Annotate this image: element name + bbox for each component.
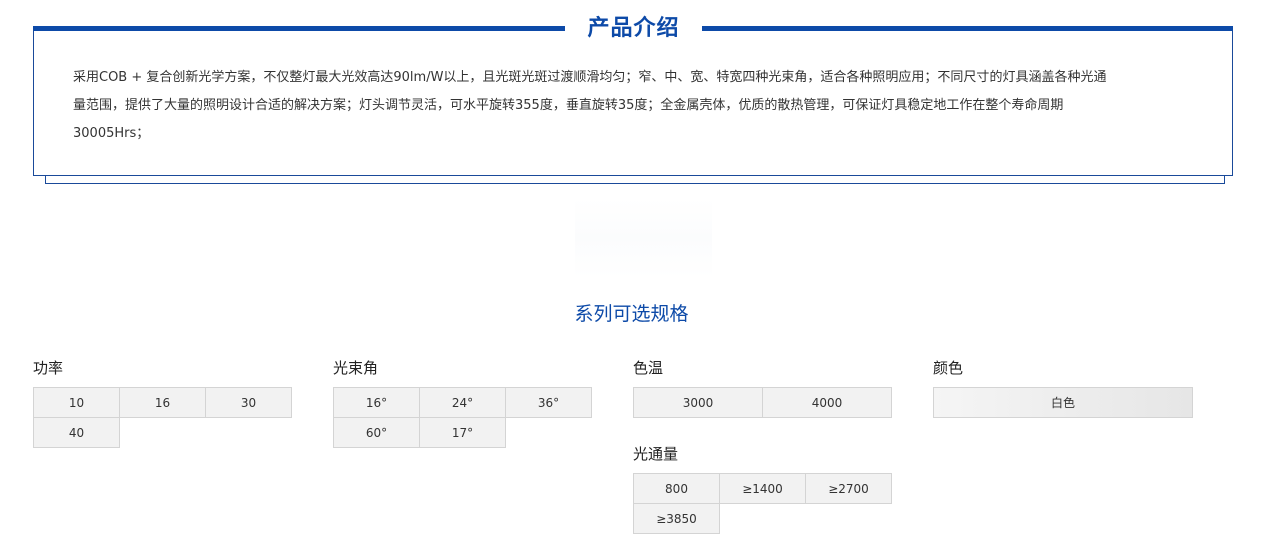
power-option[interactable]: 40 — [33, 417, 120, 448]
spec-group-power: 功率 10 16 30 40 — [33, 358, 298, 448]
beam-angle-option[interactable]: 60° — [333, 417, 420, 448]
luminous-flux-option[interactable]: 800 — [633, 473, 720, 504]
power-option[interactable]: 16 — [119, 387, 206, 418]
spec-label-luminous-flux: 光通量 — [633, 445, 679, 463]
beam-angle-option[interactable]: 24° — [419, 387, 506, 418]
intro-text-line: 采用COB + 复合创新光学方案，不仅整灯最大光效高达90lm/W以上，且光斑光… — [73, 70, 1107, 85]
product-image-placeholder — [575, 198, 712, 278]
spec-label-beam-angle: 光束角 — [333, 359, 379, 377]
spec-label-color: 颜色 — [933, 359, 964, 377]
intro-title: 产品介绍 — [587, 16, 680, 41]
series-title: 系列可选规格 — [574, 303, 689, 325]
beam-angle-option[interactable]: 17° — [419, 417, 506, 448]
color-option[interactable]: 白色 — [933, 387, 1193, 418]
luminous-flux-option[interactable]: ≥2700 — [805, 473, 892, 504]
spec-label-color-temp: 色温 — [633, 359, 664, 377]
beam-angle-option[interactable]: 16° — [333, 387, 420, 418]
spec-group-beam-angle: 光束角 16° 24° 36° 60° 17° — [333, 358, 598, 448]
spec-group-color: 颜色 白色 — [933, 358, 1198, 418]
spec-group-luminous-flux: 光通量 800 ≥1400 ≥2700 ≥3850 — [633, 444, 898, 534]
color-temp-option[interactable]: 4000 — [762, 387, 892, 418]
color-temp-option[interactable]: 3000 — [633, 387, 763, 418]
intro-text-line: 30005Hrs； — [73, 126, 150, 141]
power-option[interactable]: 10 — [33, 387, 120, 418]
spec-group-color-temp: 色温 3000 4000 — [633, 358, 898, 418]
title-rule-right — [702, 26, 1233, 31]
title-rule-left — [33, 26, 565, 31]
luminous-flux-option[interactable]: ≥3850 — [633, 503, 720, 534]
beam-angle-option[interactable]: 36° — [505, 387, 592, 418]
spec-label-power: 功率 — [33, 359, 64, 377]
intro-text-line: 量范围，提供了大量的照明设计合适的解决方案；灯头调节灵活，可水平旋转355度，垂… — [73, 98, 1064, 113]
power-option[interactable]: 30 — [205, 387, 292, 418]
intro-text: 采用COB + 复合创新光学方案，不仅整灯最大光效高达90lm/W以上，且光斑光… — [73, 64, 1203, 148]
luminous-flux-option[interactable]: ≥1400 — [719, 473, 806, 504]
